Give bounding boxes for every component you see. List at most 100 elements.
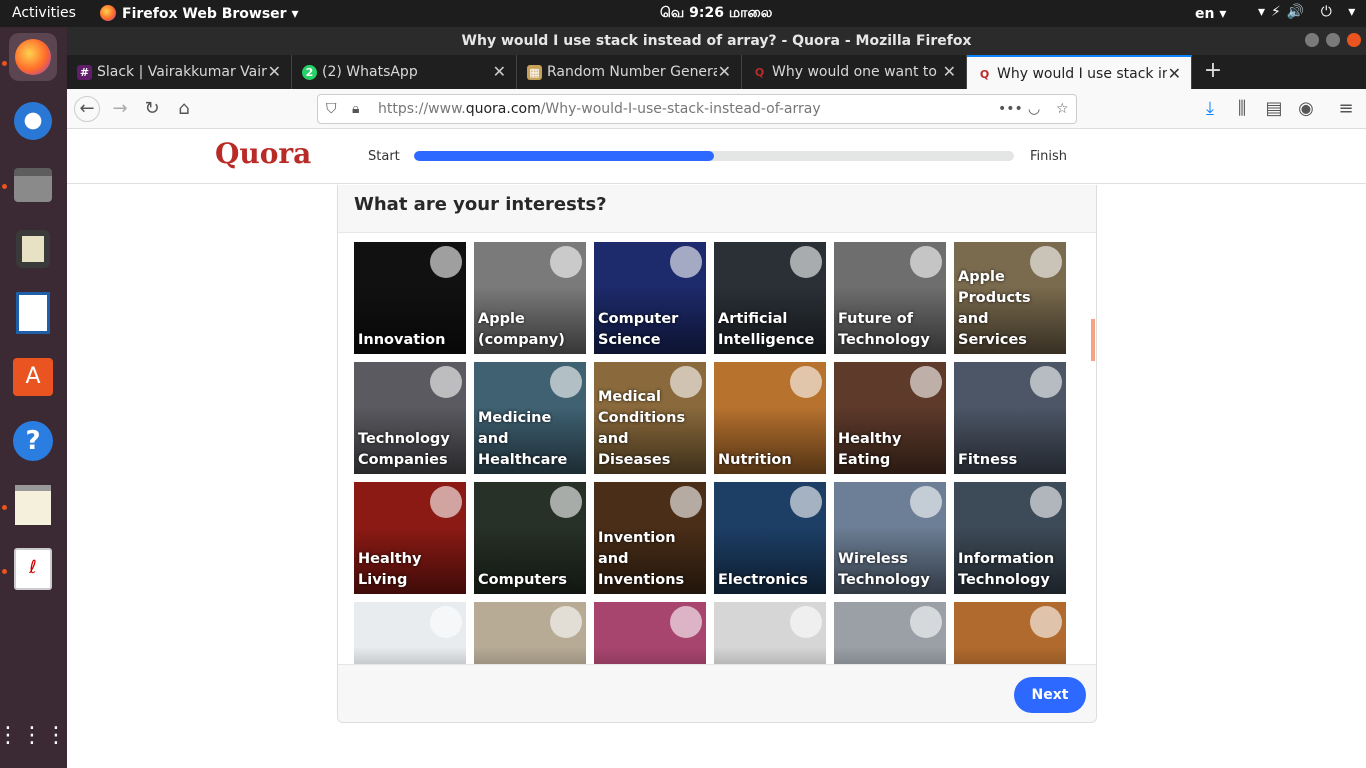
- select-circle-icon[interactable]: [790, 606, 822, 638]
- select-circle-icon[interactable]: [550, 606, 582, 638]
- interest-tile[interactable]: Information Technology: [954, 482, 1066, 594]
- interest-tile[interactable]: Computer Science: [594, 242, 706, 354]
- language-indicator[interactable]: en ▾: [1195, 6, 1226, 22]
- page-actions-icon[interactable]: •••: [998, 95, 1023, 123]
- select-circle-icon[interactable]: [790, 246, 822, 278]
- maximize-button[interactable]: [1326, 33, 1340, 47]
- interest-tile[interactable]: Medicine and Healthcare: [474, 362, 586, 474]
- interest-tile[interactable]: Computers: [474, 482, 586, 594]
- select-circle-icon[interactable]: [430, 486, 462, 518]
- tab-quora-1[interactable]: Q Why would one want to u ✕: [742, 55, 967, 89]
- thunderbird-icon[interactable]: [9, 97, 57, 145]
- interest-tile[interactable]: [474, 602, 586, 664]
- select-circle-icon[interactable]: [790, 486, 822, 518]
- library-icon[interactable]: ⫼: [1229, 96, 1255, 122]
- interest-tile[interactable]: Fitness: [954, 362, 1066, 474]
- select-circle-icon[interactable]: [430, 366, 462, 398]
- app-menu[interactable]: Firefox Web Browser ▾: [100, 5, 298, 22]
- interest-tile[interactable]: Technology Companies: [354, 362, 466, 474]
- interest-tile[interactable]: Future of Technology: [834, 242, 946, 354]
- home-button[interactable]: ⌂: [171, 96, 197, 122]
- select-circle-icon[interactable]: [910, 366, 942, 398]
- files-icon[interactable]: [9, 161, 57, 209]
- tracking-shield-icon[interactable]: ⛉: [326, 95, 337, 123]
- interest-tile[interactable]: Apple Products and Services: [954, 242, 1066, 354]
- clock[interactable]: வெ 9:26 மாலை: [660, 5, 772, 23]
- interest-tile[interactable]: Cellular: [354, 602, 466, 664]
- pocket-icon[interactable]: ◡: [1028, 95, 1040, 123]
- select-circle-icon[interactable]: [430, 246, 462, 278]
- select-circle-icon[interactable]: [1030, 366, 1062, 398]
- select-circle-icon[interactable]: [670, 606, 702, 638]
- interest-tile[interactable]: [954, 602, 1066, 664]
- close-tab-icon[interactable]: ✕: [718, 55, 731, 89]
- interest-tile[interactable]: Medical Conditions and Diseases: [594, 362, 706, 474]
- interest-tile[interactable]: Nutrition: [714, 362, 826, 474]
- back-button[interactable]: ←: [74, 96, 100, 122]
- tab-quora-active[interactable]: Q Why would I use stack ins ✕: [967, 55, 1192, 89]
- interest-tile[interactable]: [834, 602, 946, 664]
- interest-label: Artificial Intelligence: [718, 311, 815, 348]
- interest-tile[interactable]: Electronics: [714, 482, 826, 594]
- select-circle-icon[interactable]: [910, 486, 942, 518]
- rhythmbox-icon[interactable]: [9, 225, 57, 273]
- select-circle-icon[interactable]: [790, 366, 822, 398]
- interest-tile[interactable]: Healthy Eating: [834, 362, 946, 474]
- select-circle-icon[interactable]: [550, 486, 582, 518]
- close-tab-icon[interactable]: ✕: [1168, 57, 1181, 89]
- dock: A ? ℓ ⋮⋮⋮: [0, 27, 67, 768]
- select-circle-icon[interactable]: [550, 366, 582, 398]
- select-circle-icon[interactable]: [430, 606, 462, 638]
- reload-button[interactable]: ↻: [139, 96, 165, 122]
- menu-icon[interactable]: ≡: [1333, 96, 1359, 122]
- select-circle-icon[interactable]: [910, 606, 942, 638]
- interest-tile[interactable]: Wireless Technology: [834, 482, 946, 594]
- interest-tile[interactable]: [594, 602, 706, 664]
- forward-button[interactable]: →: [107, 96, 133, 122]
- tab-random-number[interactable]: ▦ Random Number Genera ✕: [517, 55, 742, 89]
- close-tab-icon[interactable]: ✕: [943, 55, 956, 89]
- close-tab-icon[interactable]: ✕: [268, 55, 281, 89]
- progress-bar: [414, 151, 1014, 161]
- url-prefix: https://www.: [378, 101, 466, 117]
- activities-button[interactable]: Activities: [12, 5, 76, 21]
- sidebar-icon[interactable]: ▤: [1261, 96, 1287, 122]
- interest-tile[interactable]: Invention and Inventions: [594, 482, 706, 594]
- url-bar[interactable]: ⛉ 🔒︎ https://www.quora.com/Why-would-I-u…: [317, 94, 1077, 124]
- show-apps-icon[interactable]: ⋮⋮⋮: [0, 711, 67, 759]
- interest-tile[interactable]: Innovation: [354, 242, 466, 354]
- interest-tile[interactable]: Healthy Living: [354, 482, 466, 594]
- system-tray[interactable]: ▾⚡🔊 ⏻ ▾: [1258, 4, 1361, 20]
- writer-icon[interactable]: [9, 289, 57, 337]
- progress-finish-label: Finish: [1030, 149, 1068, 164]
- lock-icon[interactable]: 🔒︎: [352, 95, 359, 123]
- interest-tile[interactable]: Apple (company): [474, 242, 586, 354]
- interest-tile[interactable]: Artificial Intelligence: [714, 242, 826, 354]
- tab-slack[interactable]: # Slack | Vairakkumar Vaira ✕: [67, 55, 292, 89]
- downloads-icon[interactable]: ⤓: [1197, 96, 1223, 122]
- firefox-launcher-icon[interactable]: [9, 33, 57, 81]
- interest-tile[interactable]: [714, 602, 826, 664]
- select-circle-icon[interactable]: [550, 246, 582, 278]
- minimize-button[interactable]: [1305, 33, 1319, 47]
- software-center-icon[interactable]: A: [9, 353, 57, 401]
- scrollbar-thumb[interactable]: [1091, 319, 1095, 361]
- new-tab-button[interactable]: +: [1198, 55, 1228, 89]
- quora-logo[interactable]: Quora: [215, 137, 311, 170]
- select-circle-icon[interactable]: [910, 246, 942, 278]
- help-icon[interactable]: ?: [9, 417, 57, 465]
- tab-whatsapp[interactable]: 2 (2) WhatsApp ✕: [292, 55, 517, 89]
- select-circle-icon[interactable]: [670, 246, 702, 278]
- interest-grid: Innovation Apple (company) Computer Scienc…: [354, 242, 1094, 664]
- app-menu-label: Firefox Web Browser ▾: [122, 6, 299, 22]
- close-window-button[interactable]: [1347, 33, 1361, 47]
- document-viewer-icon[interactable]: ℓ: [9, 545, 57, 593]
- select-circle-icon[interactable]: [1030, 606, 1062, 638]
- account-icon[interactable]: ◉: [1293, 96, 1319, 122]
- select-circle-icon[interactable]: [670, 486, 702, 518]
- text-editor-icon[interactable]: [9, 481, 57, 529]
- bookmark-star-icon[interactable]: ☆: [1056, 95, 1069, 123]
- next-button[interactable]: Next: [1014, 677, 1086, 713]
- close-tab-icon[interactable]: ✕: [493, 55, 506, 89]
- select-circle-icon[interactable]: [1030, 486, 1062, 518]
